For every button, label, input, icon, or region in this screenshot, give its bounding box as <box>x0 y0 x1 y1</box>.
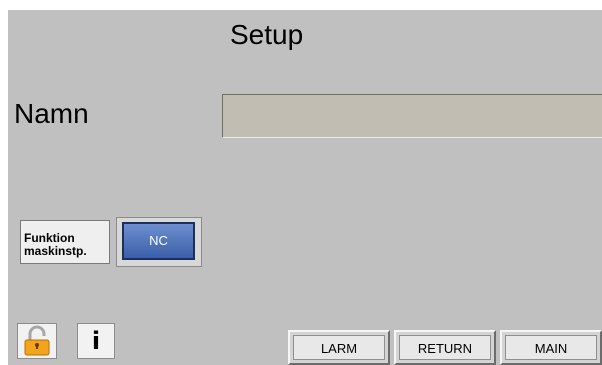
page-title: Setup <box>230 19 304 50</box>
name-label: Namn <box>14 98 89 129</box>
main-button[interactable]: MAIN <box>500 330 602 365</box>
lock-button[interactable] <box>17 323 57 359</box>
larm-button-label: LARM <box>293 335 385 360</box>
hmi-screen: Setup Namn Funktion maskinstp. NC i LARM… <box>8 10 602 365</box>
function-machine-stop-label: Funktion maskinstp. <box>20 220 110 264</box>
info-button[interactable]: i <box>77 323 115 359</box>
larm-button[interactable]: LARM <box>288 330 390 365</box>
main-button-label: MAIN <box>505 335 597 360</box>
padlock-unlocked-icon <box>24 325 50 356</box>
nc-button[interactable]: NC <box>122 222 195 260</box>
nc-button-frame: NC <box>116 217 202 267</box>
return-button[interactable]: RETURN <box>394 330 496 365</box>
return-button-label: RETURN <box>399 335 491 360</box>
info-icon: i <box>91 327 101 355</box>
name-input[interactable] <box>222 94 602 138</box>
